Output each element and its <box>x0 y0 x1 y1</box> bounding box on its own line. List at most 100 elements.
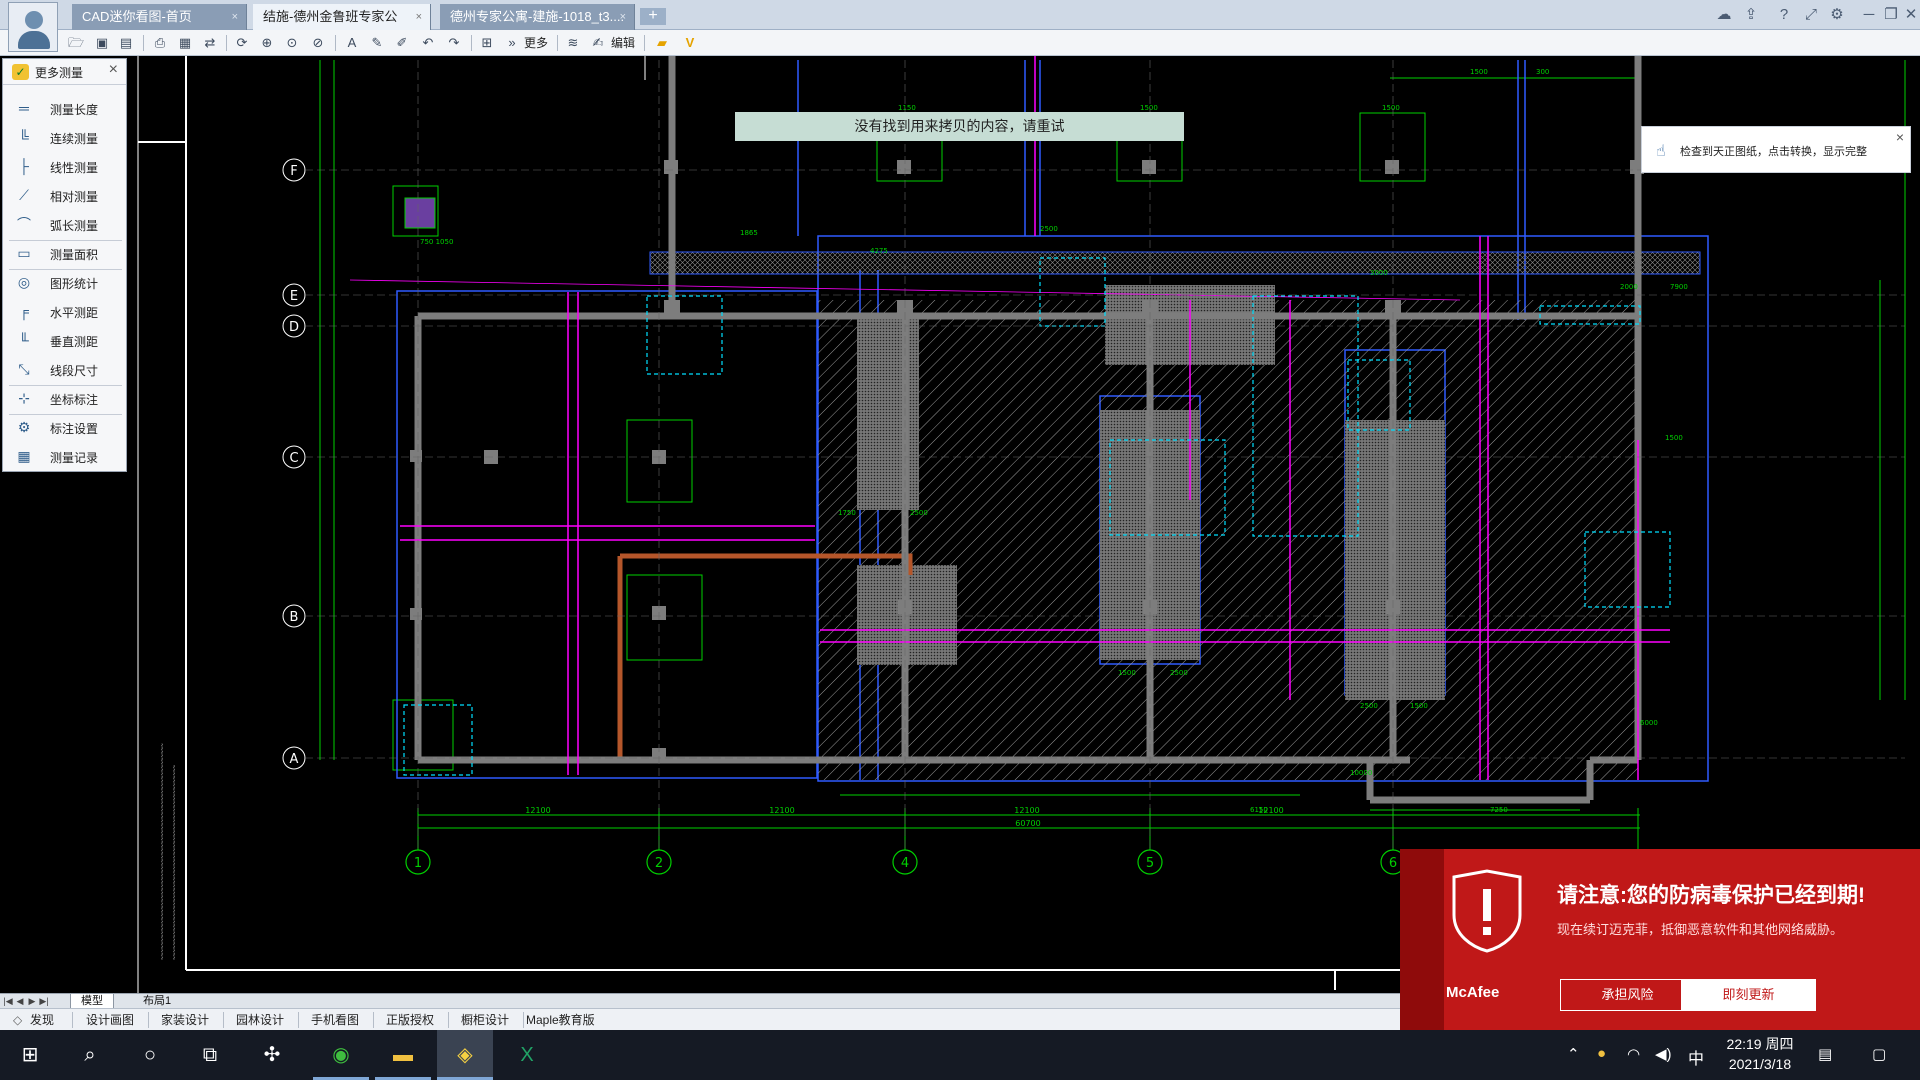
search-icon[interactable]: ⌕ <box>62 1030 118 1080</box>
edit-icon[interactable]: ✍ <box>588 33 608 53</box>
ime-indicator[interactable]: 中 <box>1688 1045 1704 1069</box>
file-explorer-icon[interactable]: ▬ <box>375 1030 431 1080</box>
tangent-convert-text[interactable]: 检查到天正图纸，点击转换，显示完整 <box>1680 143 1867 159</box>
folder-icon[interactable]: ▰ <box>652 33 672 53</box>
measure-area-item[interactable]: ▭ 测量面积 <box>3 239 128 268</box>
clock[interactable]: 22:19 周四 2021/3/18 <box>1715 1034 1805 1074</box>
prev-layout-button[interactable]: ◀ <box>15 995 25 1007</box>
label-settings-item[interactable]: ⚙ 标注设置 <box>3 413 128 442</box>
update-now-button[interactable]: 即刻更新 <box>1681 979 1816 1011</box>
browser-icon[interactable]: ◉ <box>313 1030 369 1080</box>
discover-link[interactable]: 发现 <box>30 1012 54 1028</box>
cad-viewer-icon[interactable]: ◈ <box>437 1030 493 1080</box>
tab-architecture-drawing[interactable]: 德州专家公寓-建施-1018_t3.... × <box>440 4 635 30</box>
vip-icon[interactable]: V <box>680 33 700 53</box>
notes-icon[interactable]: ▤ <box>1818 1045 1832 1063</box>
relative-measure-item[interactable]: ⟋ 相对测量 <box>3 181 128 210</box>
help-icon[interactable]: ? <box>1773 4 1795 26</box>
tab-structure-drawing-close-icon[interactable]: × <box>416 4 422 30</box>
save-as-icon[interactable]: ▤ <box>116 33 136 53</box>
cabinet-design-link[interactable]: 橱柜设计 <box>461 1012 509 1028</box>
excel-icon[interactable]: X <box>499 1030 555 1080</box>
fullscreen-icon[interactable]: ⤢ <box>1800 4 1822 26</box>
tangent-convert-popup[interactable]: ☝ 检查到天正图纸，点击转换，显示完整 × <box>1641 126 1911 173</box>
coordinate-label-item[interactable]: ⊹ 坐标标注 <box>3 384 128 413</box>
clock-time: 22:19 周四 <box>1726 1036 1794 1052</box>
column-hatch <box>857 318 919 510</box>
vertical-distance-item[interactable]: ╙ 垂直测距 <box>3 326 128 355</box>
pinwheel-app-icon[interactable]: ✣ <box>244 1030 300 1080</box>
continuous-measure-item[interactable]: ╚ 连续测量 <box>3 123 128 152</box>
svg-text:2500: 2500 <box>1040 225 1058 233</box>
export-pdf-icon[interactable]: ▦ <box>175 33 195 53</box>
zoom-realtime-icon[interactable]: ⊘ <box>308 33 328 53</box>
cortana-icon[interactable]: ○ <box>122 1030 178 1080</box>
windows-start-icon[interactable]: ⊞ <box>2 1030 58 1080</box>
arc-length-item[interactable]: ⌒ 弧长测量 <box>3 210 128 239</box>
home-design-link[interactable]: 家装设计 <box>161 1012 209 1028</box>
more-button[interactable]: 更多 <box>520 33 552 53</box>
horizontal-distance-item[interactable]: ╒ 水平测距 <box>3 297 128 326</box>
maple-edu-link[interactable]: Maple教育版 <box>526 1012 595 1028</box>
tab-home[interactable]: CAD迷你看图-首页 × <box>72 4 247 30</box>
tab-home-close-icon[interactable]: × <box>232 4 238 30</box>
panel-close-icon[interactable]: × <box>109 61 118 79</box>
popup-close-icon[interactable]: × <box>1896 129 1904 145</box>
convert-icon[interactable]: ⇄ <box>200 33 220 53</box>
restore-icon[interactable]: ❐ <box>1880 4 1902 26</box>
tab-model[interactable]: 模型 <box>70 994 114 1009</box>
linear-measure-item[interactable]: ├ 线性测量 <box>3 152 128 181</box>
measure-length-item[interactable]: ═ 测量长度 <box>3 94 128 123</box>
minimize-icon[interactable]: ─ <box>1858 4 1880 26</box>
compare-icon[interactable]: ⊞ <box>477 33 497 53</box>
layers-icon[interactable]: ≋ <box>563 33 583 53</box>
avatar[interactable] <box>8 2 58 52</box>
add-tab-button[interactable]: + <box>640 8 666 25</box>
vertical-distance-icon: ╙ <box>19 332 29 348</box>
clock-date: 2021/3/18 <box>1728 1056 1792 1072</box>
tray-expand-icon[interactable]: ⌃ <box>1567 1045 1580 1063</box>
first-layout-button[interactable]: |◀ <box>3 995 13 1007</box>
measure-record-item[interactable]: ▦ 测量记录 <box>3 442 128 471</box>
close-window-icon[interactable]: ✕ <box>1900 4 1920 26</box>
rotate-icon[interactable]: ⟳ <box>232 33 252 53</box>
text-icon[interactable]: A <box>342 33 362 53</box>
mobile-view-link[interactable]: 手机看图 <box>311 1012 359 1028</box>
genuine-license-link[interactable]: 正版授权 <box>386 1012 434 1028</box>
open-file-icon[interactable]: 🗁 <box>66 33 86 53</box>
zoom-extents-icon[interactable]: ⊙ <box>282 33 302 53</box>
save-icon[interactable]: ▣ <box>92 33 112 53</box>
garden-design-link[interactable]: 园林设计 <box>236 1012 284 1028</box>
shape-statistics-item[interactable]: ◎ 图形统计 <box>3 268 128 297</box>
volume-icon[interactable]: ◀) <box>1655 1045 1672 1063</box>
edit-button[interactable]: 编辑 <box>607 33 639 53</box>
task-view-icon[interactable]: ⧉ <box>182 1030 238 1080</box>
print-icon[interactable]: ⎙ <box>150 33 170 53</box>
measure-panel-title: 更多测量 <box>35 66 84 80</box>
cloud-icon[interactable]: ☁ <box>1713 4 1735 26</box>
redo-icon[interactable]: ↷ <box>444 33 464 53</box>
tab-layout1[interactable]: 布局1 <box>133 994 181 1009</box>
next-layout-button[interactable]: ▶ <box>27 995 37 1007</box>
zoom-window-icon[interactable]: ⊕ <box>257 33 277 53</box>
tab-structure-drawing[interactable]: 结施-德州金鲁班专家公寓-2... × <box>253 4 431 50</box>
discover-icon: ◇ <box>13 1013 23 1027</box>
last-layout-button[interactable]: ▶| <box>39 995 49 1007</box>
design-drawing-link[interactable]: 设计画图 <box>86 1012 134 1028</box>
undo-icon[interactable]: ↶ <box>418 33 438 53</box>
warning-shield-icon <box>1452 869 1522 953</box>
accept-risk-button[interactable]: 承担风险 <box>1560 979 1695 1011</box>
svg-text:2500: 2500 <box>1360 702 1378 710</box>
segment-size-item[interactable]: ⤡ 线段尺寸 <box>3 355 128 384</box>
notification-icon[interactable]: ▢ <box>1872 1045 1886 1063</box>
share-icon[interactable]: ⇪ <box>1740 4 1762 26</box>
tab-architecture-drawing-close-icon[interactable]: × <box>620 4 626 30</box>
settings-icon[interactable]: ⚙ <box>1826 4 1848 26</box>
more-icon[interactable]: » <box>502 33 522 53</box>
highlighter-icon[interactable]: ✐ <box>392 33 412 53</box>
appbar-separator <box>373 1012 374 1028</box>
pencil-icon[interactable]: ✎ <box>367 33 387 53</box>
svg-text:1150: 1150 <box>898 104 916 112</box>
network-icon[interactable]: ◠ <box>1627 1045 1640 1063</box>
tray-app-icon[interactable]: ● <box>1597 1045 1606 1062</box>
